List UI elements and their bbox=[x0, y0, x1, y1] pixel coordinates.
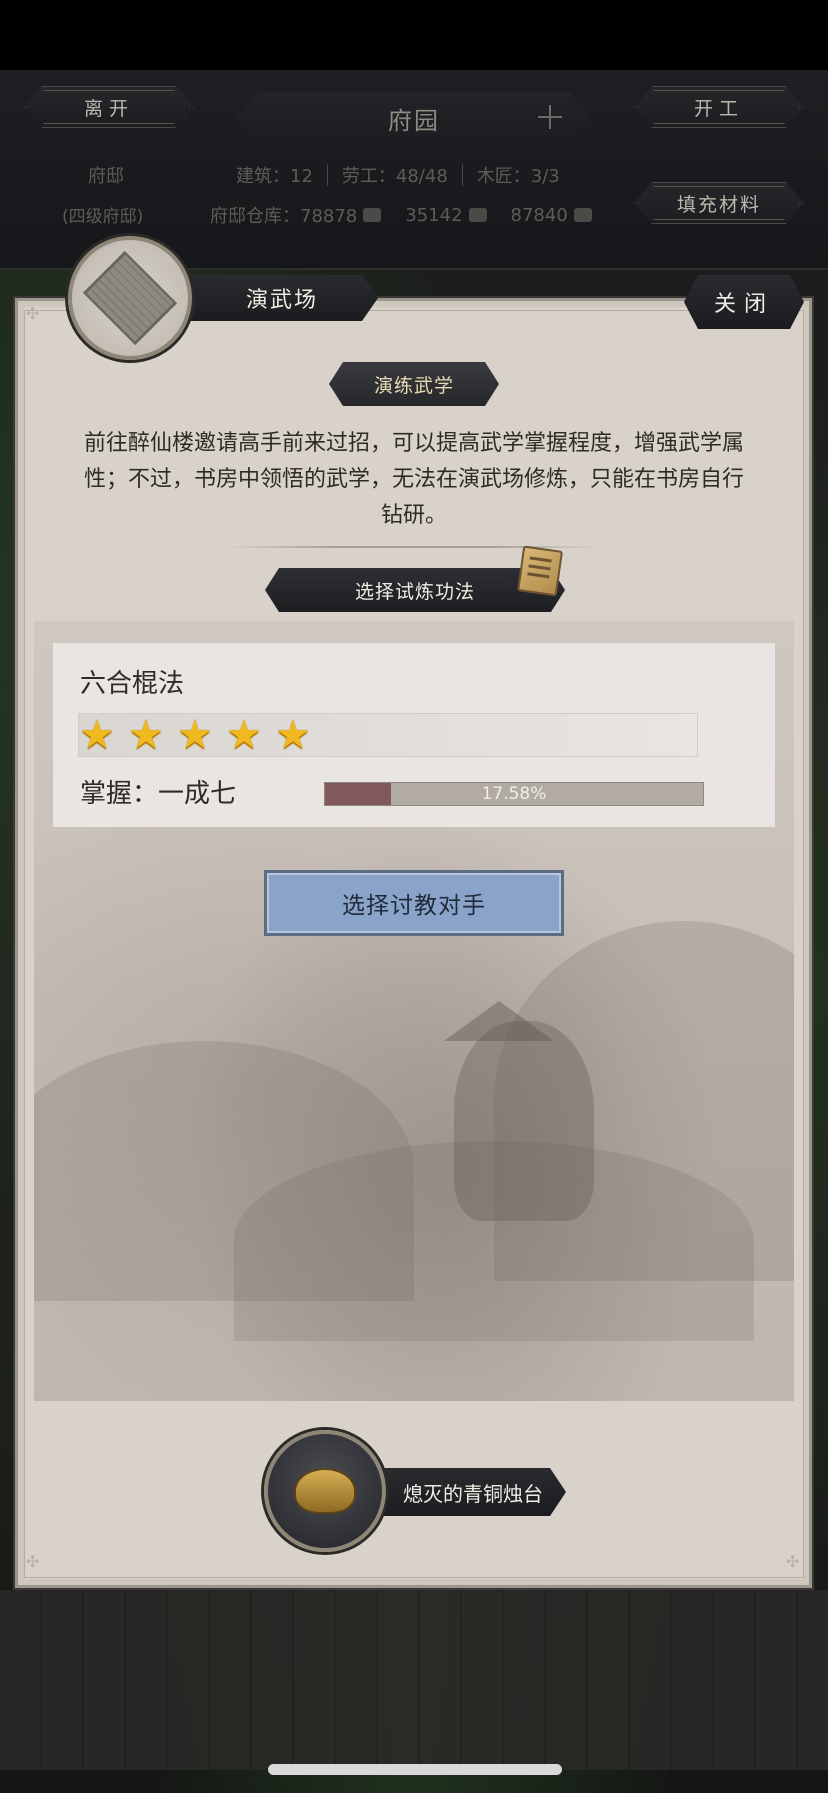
skill-card[interactable]: 六合棍法 ★ ★ ★ ★ ★ 掌握：一成七 17.58% bbox=[53, 643, 775, 827]
scroll-icon bbox=[573, 208, 592, 222]
corner-ornament-icon: ✣ bbox=[786, 1552, 800, 1571]
select-opponent-label: 选择讨教对手 bbox=[342, 893, 486, 919]
warehouse-value-2: 35142 bbox=[405, 204, 463, 226]
building-name-tag: 演武场 bbox=[186, 275, 378, 321]
building-avatar bbox=[68, 236, 192, 360]
bronze-candlestick-icon bbox=[294, 1468, 356, 1514]
status-bar bbox=[0, 0, 828, 70]
seated-figure bbox=[454, 1021, 594, 1221]
star-icon: ★ bbox=[79, 712, 115, 758]
star-icon: ★ bbox=[128, 712, 164, 758]
progress-text: 17.58% bbox=[481, 784, 547, 804]
garden-title-bar: 府园 bbox=[236, 92, 592, 144]
fill-materials-label: 填充材料 bbox=[676, 193, 761, 216]
coin-icon bbox=[363, 208, 382, 222]
star-rating: ★ ★ ★ ★ ★ bbox=[78, 713, 698, 757]
building-name: 演武场 bbox=[245, 288, 318, 313]
residence-name-text: 府邸 bbox=[88, 166, 124, 187]
item-name-tag[interactable]: 熄灭的青铜烛台 bbox=[380, 1468, 566, 1516]
building-count: 建筑：12 bbox=[236, 166, 313, 187]
garden-title: 府园 bbox=[388, 106, 440, 135]
corner-ornament-icon: ✣ bbox=[26, 1552, 40, 1571]
carpenter-count: 木匠：3/3 bbox=[476, 166, 560, 187]
residence-level-text: (四级府邸) bbox=[62, 207, 144, 227]
divider bbox=[326, 164, 328, 186]
corner-ornament-icon: ✣ bbox=[26, 304, 40, 323]
residence-name: 府邸 bbox=[88, 162, 124, 188]
mastery-label: 掌握：一成七 bbox=[80, 779, 237, 809]
start-work-label: 开工 bbox=[693, 97, 744, 120]
close-label: 关闭 bbox=[713, 292, 774, 317]
courtyard-wall bbox=[0, 1590, 828, 1770]
star-icon: ★ bbox=[177, 712, 213, 758]
item-slot[interactable] bbox=[264, 1430, 386, 1552]
skill-name: 六合棍法 bbox=[80, 669, 185, 699]
leave-button-label: 离开 bbox=[83, 97, 134, 120]
home-indicator[interactable] bbox=[268, 1764, 562, 1775]
book-icon bbox=[516, 545, 564, 597]
start-work-button[interactable]: 开工 bbox=[634, 86, 804, 128]
brush-icon bbox=[468, 208, 487, 222]
labor-count: 劳工：48/48 bbox=[341, 166, 448, 187]
star-icon: ★ bbox=[275, 712, 311, 758]
divider bbox=[461, 164, 463, 186]
fill-materials-button[interactable]: 填充材料 bbox=[634, 182, 804, 224]
leave-button[interactable]: 离开 bbox=[24, 86, 194, 128]
plus-icon[interactable] bbox=[536, 103, 564, 131]
select-opponent-button[interactable]: 选择讨教对手 bbox=[264, 870, 564, 936]
arena-icon bbox=[82, 250, 178, 346]
warehouse-label: 府邸仓库：78878 bbox=[210, 206, 358, 227]
item-name: 熄灭的青铜烛台 bbox=[403, 1481, 543, 1506]
arena-description: 前往醉仙楼邀请高手前来过招，可以提高武学掌握程度，增强武学属性；不过，书房中领悟… bbox=[83, 431, 744, 528]
warehouse-row: 府邸仓库：78878 35142 87840 bbox=[210, 202, 592, 228]
close-button[interactable]: 关闭 bbox=[684, 275, 804, 329]
section-title: 演练武学 bbox=[329, 362, 499, 406]
stats-row: 建筑：12 劳工：48/48 木匠：3/3 bbox=[236, 162, 560, 188]
select-technique-label: 选择试炼功法 bbox=[354, 580, 475, 603]
warehouse-value-3: 87840 bbox=[510, 204, 568, 226]
star-icon: ★ bbox=[226, 712, 262, 758]
residence-level: (四级府邸) bbox=[62, 202, 143, 227]
section-title-text: 演练武学 bbox=[373, 374, 454, 397]
mastery-progress-bar: 17.58% bbox=[324, 782, 704, 806]
